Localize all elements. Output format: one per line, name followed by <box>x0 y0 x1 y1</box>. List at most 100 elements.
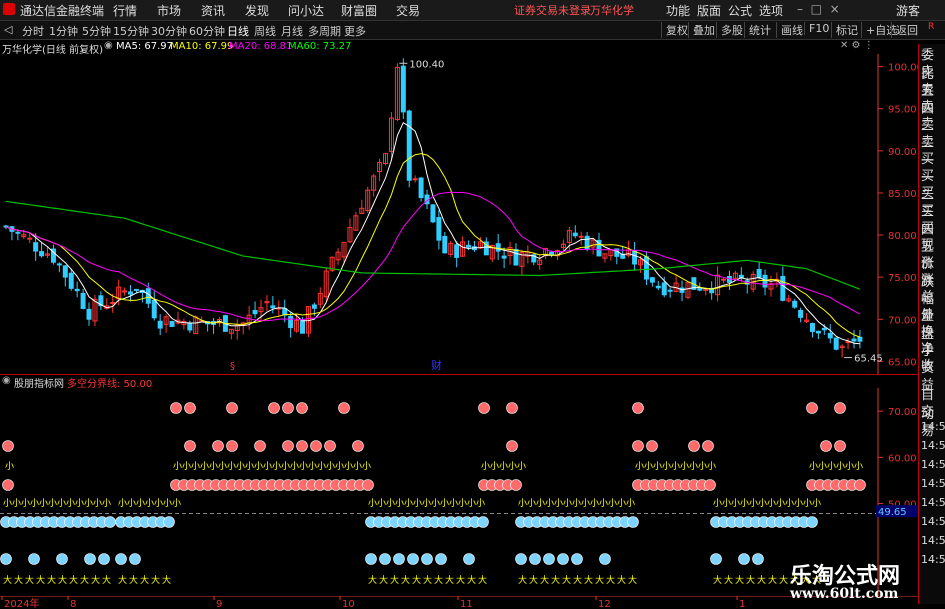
signal-glyph: 大 <box>69 574 78 586</box>
candle-body <box>39 251 45 257</box>
btn-back[interactable]: 返回 <box>891 22 918 38</box>
bull-signal-ball <box>834 440 846 452</box>
bull-signal-ball <box>632 440 644 452</box>
signal-glyph: 大 <box>368 574 377 586</box>
period-weekly[interactable]: 周线 <box>254 23 276 39</box>
menu-quotes[interactable]: 行情 <box>113 2 137 19</box>
settings-icon[interactable]: ◉ <box>104 40 113 51</box>
menu-formula[interactable]: 公式 <box>728 2 752 19</box>
bear-signal-ball <box>84 553 96 565</box>
period-60min[interactable]: 60分钟 <box>189 23 225 39</box>
signal-glyph: 小 <box>317 461 326 472</box>
bear-signal-ball <box>738 553 750 565</box>
btn-draw[interactable]: 画线 <box>776 22 803 38</box>
signal-glyph: 小 <box>481 461 490 472</box>
signal-glyph: 大 <box>757 574 766 586</box>
low-label: 65.45 <box>854 354 883 365</box>
signal-glyph: 小 <box>518 498 527 509</box>
signal-glyph: 大 <box>140 574 149 586</box>
signal-glyph: 小 <box>3 498 12 509</box>
signal-glyph: 小 <box>136 498 145 509</box>
signal-glyph: 小 <box>30 498 39 509</box>
period-30min[interactable]: 30分钟 <box>151 23 187 39</box>
candle-body <box>649 277 655 283</box>
bull-signal-ball <box>702 440 714 452</box>
guest-label[interactable]: 游客 <box>896 2 920 19</box>
bull-signal-ball <box>2 440 14 452</box>
menu-news[interactable]: 资讯 <box>201 2 225 19</box>
period-monthly[interactable]: 月线 <box>281 23 303 39</box>
back-arrow-icon[interactable]: ◁ <box>4 23 12 36</box>
btn-stats[interactable]: 统计 <box>744 22 771 38</box>
period-multi[interactable]: 多周期 <box>308 23 341 39</box>
signal-glyph: 大 <box>80 574 89 586</box>
candle-body <box>833 337 839 350</box>
menu-layout[interactable]: 版面 <box>697 2 721 19</box>
menu-trade[interactable]: 交易 <box>396 2 420 19</box>
menu-discover[interactable]: 发现 <box>245 2 269 19</box>
period-more[interactable]: 更多 <box>344 23 366 39</box>
panel-top-label: R <box>928 22 935 32</box>
signal-glyph: 小 <box>326 461 335 472</box>
menu-wealth[interactable]: 财富圈 <box>341 2 377 19</box>
menu-bar: 通达信金融终端 行情 市场 资讯 发现 问小达 财富圈 交易 证券交易未登录 万… <box>0 0 945 21</box>
period-15min[interactable]: 15分钟 <box>113 23 149 39</box>
menu-function[interactable]: 功能 <box>666 2 690 19</box>
indicator-chart[interactable]: 70.0060.0050.0049.65小小小小小小小小小小小小小小小小小小小小… <box>0 388 918 596</box>
watermark-url: www.60lt.com <box>790 586 899 602</box>
bull-signal-ball <box>854 479 866 491</box>
signal-glyph: 小 <box>377 498 386 509</box>
panel-add-icon[interactable]: ✕ ⚙ ⋮ <box>840 40 874 51</box>
btn-mark[interactable]: 标记 <box>831 22 858 38</box>
period-5min[interactable]: 5分钟 <box>82 23 111 39</box>
login-notice[interactable]: 证券交易未登录 <box>514 2 591 18</box>
bear-signal-ball <box>710 553 722 565</box>
signal-glyph: 小 <box>254 461 263 472</box>
candle-body <box>110 301 116 304</box>
window-controls[interactable]: – □ × <box>797 2 840 16</box>
bull-signal-ball <box>282 440 294 452</box>
signal-glyph: 小 <box>386 498 395 509</box>
candle-body <box>643 256 649 280</box>
candle-body <box>466 244 472 248</box>
bull-signal-ball <box>834 402 846 414</box>
bear-signal-ball <box>463 553 475 565</box>
trade-time: 14:56 <box>921 439 945 452</box>
menu-ask[interactable]: 问小达 <box>288 2 324 19</box>
bull-signal-ball <box>296 440 308 452</box>
candlestick-chart[interactable]: 100.00 95.00 90.00 85.00 80.00 75.00 70.00 65.0… <box>0 54 918 374</box>
bull-signal-ball <box>296 402 308 414</box>
price-tick-label: 70.00 <box>888 315 917 326</box>
bear-signal-ball <box>571 553 583 565</box>
period-1min[interactable]: 1分钟 <box>49 23 78 39</box>
candle-body <box>815 330 821 334</box>
bear-signal-ball <box>104 516 116 528</box>
bear-signal-ball <box>627 516 639 528</box>
menu-market[interactable]: 市场 <box>157 2 181 19</box>
signal-glyph: 小 <box>395 498 404 509</box>
signal-glyph: 小 <box>590 498 599 509</box>
signal-glyph: 小 <box>404 498 413 509</box>
btn-adjust[interactable]: 复权 <box>661 22 688 38</box>
menu-options[interactable]: 选项 <box>759 2 783 19</box>
bull-signal-ball <box>170 402 182 414</box>
signal-glyph: 小 <box>749 498 758 509</box>
btn-multi-stock[interactable]: 多股 <box>716 22 743 38</box>
signal-glyph: 大 <box>478 574 487 586</box>
signal-glyph: 小 <box>554 498 563 509</box>
candle-body <box>187 322 193 331</box>
bull-signal-ball <box>506 440 518 452</box>
signal-glyph: 小 <box>173 461 182 472</box>
ma10-label: MA10: 67.99 <box>170 41 234 52</box>
candle-body <box>721 278 727 281</box>
signal-glyph: 小 <box>545 498 554 509</box>
trade-time: 14:56 <box>921 420 945 433</box>
indicator-settings-icon[interactable]: ◉ <box>2 375 11 386</box>
signal-glyph: 大 <box>25 574 34 586</box>
period-tick[interactable]: 分时 <box>22 23 44 39</box>
period-daily[interactable]: 日线 <box>227 23 249 39</box>
signal-glyph: 小 <box>731 498 740 509</box>
btn-f10[interactable]: F10 <box>804 22 829 35</box>
btn-overlay[interactable]: 叠加 <box>688 22 715 38</box>
signal-glyph: 小 <box>758 498 767 509</box>
